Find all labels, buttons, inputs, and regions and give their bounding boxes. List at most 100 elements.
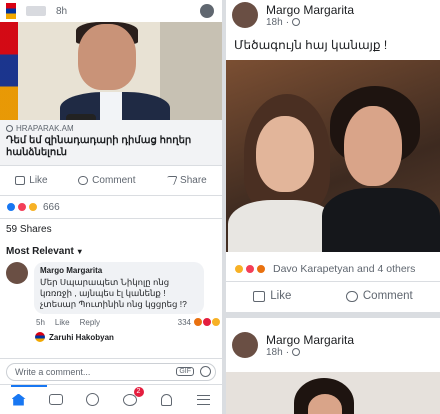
shares-count[interactable]: 59 Shares bbox=[0, 218, 222, 240]
comment-button[interactable]: Comment bbox=[78, 175, 136, 186]
comment-like-button[interactable]: Like bbox=[55, 318, 70, 327]
post-action-bar: Like Comment bbox=[226, 282, 440, 310]
like-label: Like bbox=[29, 175, 48, 186]
haha-reaction-icon bbox=[234, 263, 244, 274]
haha-reaction-icon bbox=[211, 317, 221, 327]
reply-author: Zaruhi Hakobyan bbox=[49, 332, 114, 342]
emoji-icon[interactable] bbox=[200, 366, 211, 377]
post-text: Մեծագույն հայ կանայք ! bbox=[234, 38, 388, 52]
post-time: 18h · bbox=[266, 17, 354, 28]
reactions-text: Davo Karapetyan and 4 others bbox=[273, 262, 416, 275]
reaction-count: 666 bbox=[43, 201, 60, 213]
photo-top-right bbox=[322, 188, 440, 252]
nav-menu[interactable] bbox=[196, 393, 212, 407]
sort-label: Most Relevant bbox=[6, 245, 74, 257]
left-post-panel: 8h HRAPARAK.AM Դեմ եմ զինադադարի դիմաց հ… bbox=[0, 0, 222, 414]
video-icon bbox=[48, 394, 63, 405]
reaction-summary[interactable]: Davo Karapetyan and 4 others bbox=[226, 256, 440, 282]
active-tab-indicator bbox=[10, 384, 47, 387]
globe-icon bbox=[292, 348, 301, 356]
post-time-label: 18h bbox=[266, 346, 283, 358]
post-header: Margo Margarita 18h · bbox=[226, 328, 440, 362]
angry-reaction-icon bbox=[256, 263, 266, 274]
comment-bubble[interactable]: Margo Margarita Մեր Սպարապետ Նիկոլը ոնց … bbox=[34, 262, 204, 314]
nav-profile[interactable] bbox=[85, 393, 101, 407]
post-meta: Margo Margarita 18h · bbox=[266, 3, 354, 28]
globe-icon bbox=[6, 125, 13, 132]
chevron-down-icon: ▾ bbox=[77, 246, 82, 256]
post-time: 18h · bbox=[266, 347, 354, 358]
menu-icon bbox=[197, 394, 210, 405]
nav-groups[interactable]: 2 bbox=[122, 386, 144, 407]
photo-face-right bbox=[344, 106, 402, 186]
link-preview-image[interactable] bbox=[0, 22, 222, 120]
post-author[interactable]: Margo Margarita bbox=[266, 333, 354, 347]
thumbs-up-icon bbox=[253, 290, 266, 302]
share-button[interactable]: Share bbox=[164, 175, 207, 186]
love-reaction-icon bbox=[17, 202, 27, 212]
comment-reactions[interactable]: 334 bbox=[177, 317, 221, 327]
link-source-label: HRAPARAK.AM bbox=[16, 124, 74, 133]
post-time: 8h bbox=[56, 5, 68, 17]
armenian-flag-icon bbox=[6, 3, 16, 19]
nav-watch[interactable] bbox=[48, 393, 64, 407]
angry-reaction-icon bbox=[28, 202, 38, 212]
bell-icon bbox=[161, 393, 172, 406]
link-preview-caption[interactable]: HRAPARAK.AM Դեմ եմ զինադադարի դիմաց հողե… bbox=[0, 120, 222, 166]
post-header: Margo Margarita 18h · bbox=[226, 0, 440, 30]
photo-face bbox=[78, 24, 136, 90]
like-button[interactable]: Like bbox=[15, 175, 48, 186]
gif-button[interactable]: GIF bbox=[176, 367, 194, 376]
like-button[interactable]: Like bbox=[253, 290, 291, 302]
avatar[interactable] bbox=[6, 262, 28, 284]
write-comment-input[interactable]: Write a comment... GIF bbox=[6, 362, 216, 381]
share-label: Share bbox=[180, 175, 207, 186]
bottom-navigation: 2 bbox=[0, 384, 222, 414]
comment-label: Comment bbox=[92, 175, 136, 186]
globe-icon bbox=[292, 18, 301, 26]
post-time-label: 18h bbox=[266, 16, 283, 28]
reaction-summary[interactable]: 666 bbox=[0, 196, 222, 218]
share-arrow-icon bbox=[164, 176, 178, 185]
page-name[interactable] bbox=[26, 6, 46, 16]
post-author[interactable]: Margo Margarita bbox=[266, 3, 354, 17]
comment-button[interactable]: Comment bbox=[345, 290, 413, 302]
post-photo[interactable] bbox=[226, 60, 440, 252]
comment-composer: Write a comment... GIF bbox=[0, 358, 222, 384]
comment-author[interactable]: Margo Margarita bbox=[40, 266, 198, 275]
like-reaction-icon bbox=[6, 202, 16, 212]
comment-reaction-count: 334 bbox=[177, 317, 191, 327]
reply-preview[interactable]: Zaruhi Hakobyan bbox=[0, 331, 222, 343]
comment-label: Comment bbox=[362, 290, 413, 302]
post-meta: Margo Margarita 18h · bbox=[266, 333, 354, 358]
link-headline[interactable]: Դեմ եմ զինադադարի դիմաց հողեր հանձնելուն bbox=[6, 135, 216, 159]
comment-item: Margo Margarita Մեր Սպարապետ Նիկոլը ոնց … bbox=[0, 262, 222, 314]
thumbs-up-icon bbox=[15, 176, 26, 185]
write-comment-placeholder: Write a comment... bbox=[15, 366, 91, 377]
comment-time: 5h bbox=[36, 317, 45, 327]
profile-icon bbox=[86, 393, 99, 406]
notification-badge: 2 bbox=[133, 386, 144, 397]
comment-reply-button[interactable]: Reply bbox=[80, 318, 100, 327]
photo-face-left bbox=[256, 116, 314, 192]
post-separator bbox=[226, 312, 440, 318]
comment-text: Մեր Սպարապետ Նիկոլը ոնց կռռռջի , այնպես … bbox=[40, 277, 187, 309]
comment-sort-dropdown[interactable]: Most Relevant ▾ bbox=[0, 240, 222, 262]
right-post-panel: Margo Margarita 18h · Մեծագույն հայ կանա… bbox=[226, 0, 440, 414]
link-source: HRAPARAK.AM bbox=[6, 124, 216, 133]
like-label: Like bbox=[270, 290, 292, 302]
post-photo[interactable] bbox=[226, 372, 440, 414]
comment-bubble-icon bbox=[345, 290, 358, 302]
nav-home[interactable] bbox=[10, 384, 47, 407]
nav-notifications[interactable] bbox=[159, 393, 175, 407]
home-icon bbox=[11, 393, 26, 406]
microphone bbox=[66, 114, 96, 120]
post-action-bar: Like Comment Share bbox=[0, 166, 222, 196]
avatar[interactable] bbox=[232, 332, 258, 358]
love-reaction-icon bbox=[245, 263, 255, 274]
screenshot-collage: 8h HRAPARAK.AM Դեմ եմ զինադադարի դիմաց հ… bbox=[0, 0, 440, 414]
avatar[interactable] bbox=[232, 2, 258, 28]
flag-backdrop bbox=[0, 22, 18, 120]
more-options-icon[interactable] bbox=[200, 4, 214, 18]
post-header: 8h bbox=[0, 0, 222, 22]
